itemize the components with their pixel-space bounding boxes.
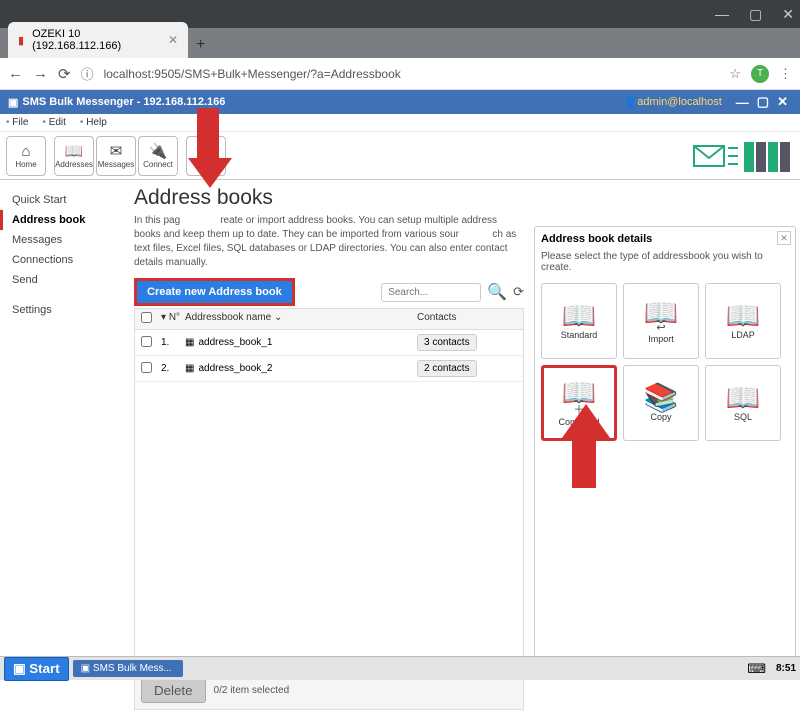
envelope-icon: ✉: [110, 142, 123, 160]
toolbar-messages-button[interactable]: ✉Messages: [96, 136, 136, 176]
tile-ldap[interactable]: 📖LDAP: [705, 283, 781, 359]
tab-favicon-icon: ▮: [18, 34, 24, 47]
user-icon: 👤: [624, 96, 638, 109]
book-icon: 📚: [644, 384, 679, 412]
app-close-icon[interactable]: ✕: [777, 94, 788, 110]
row-num: 2.: [161, 363, 185, 374]
row-num: 1.: [161, 337, 185, 348]
details-close-icon[interactable]: ✕: [777, 231, 791, 245]
annotation-arrow-up-icon: [562, 404, 606, 488]
header-illustration-icon: [692, 136, 792, 176]
window-maximize-icon[interactable]: ▢: [749, 6, 762, 23]
browser-menu-icon[interactable]: ⋮: [779, 66, 792, 82]
reload-icon[interactable]: ⟳: [58, 65, 71, 83]
row-name: address_book_2: [198, 363, 272, 374]
tile-label: Standard: [561, 330, 598, 340]
window-close-icon[interactable]: ✕: [782, 6, 794, 23]
tile-label: LDAP: [731, 330, 755, 340]
menu-help[interactable]: Help: [80, 117, 107, 128]
contacts-button[interactable]: 2 contacts: [417, 360, 477, 377]
star-icon[interactable]: ☆: [729, 66, 741, 82]
toolbar-home-button[interactable]: ⌂Home: [6, 136, 46, 176]
delete-button[interactable]: Delete: [141, 678, 206, 703]
tile-label: Copy: [650, 412, 671, 422]
table-row[interactable]: 1.▦ address_book_1 3 contacts: [135, 330, 523, 356]
home-icon: ⌂: [21, 143, 30, 160]
th-contacts[interactable]: Contacts: [417, 312, 517, 326]
row-checkbox[interactable]: [141, 336, 152, 347]
tile-label: SQL: [734, 412, 752, 422]
annotation-arrow-down-icon: [188, 108, 228, 188]
address-book-table: ▾ N° Addressbook name ⌄ Contacts 1.▦addr…: [134, 308, 524, 710]
th-num: ▾ N°: [161, 312, 185, 326]
row-checkbox[interactable]: [141, 362, 152, 373]
table-row[interactable]: 2.▦ address_book_2 2 contacts: [135, 356, 523, 382]
th-name[interactable]: Addressbook name ⌄: [185, 312, 417, 326]
sidebar: Quick Start Address book Messages Connec…: [0, 180, 124, 662]
sidebar-item-settings[interactable]: Settings: [6, 300, 118, 320]
page-title: Address books: [134, 186, 524, 210]
sidebar-item-quickstart[interactable]: Quick Start: [6, 190, 118, 210]
selection-status: 0/2 item selected: [214, 685, 290, 696]
tile-import[interactable]: 📖↩Import: [623, 283, 699, 359]
book-icon: 📖: [726, 302, 761, 330]
app-minimize-icon[interactable]: —: [736, 95, 749, 110]
row-name: address_book_1: [198, 337, 272, 348]
tile-label: Import: [648, 334, 674, 344]
taskbar-item[interactable]: ▣ SMS Bulk Mess...: [73, 660, 183, 677]
clock: 8:51: [776, 663, 796, 674]
sidebar-item-send[interactable]: Send: [6, 270, 118, 290]
select-all-checkbox[interactable]: [141, 312, 152, 323]
tab-close-icon[interactable]: ✕: [168, 33, 178, 47]
admin-label[interactable]: admin@localhost: [637, 96, 722, 108]
tab-title: OZEKI 10 (192.168.112.166): [32, 28, 160, 52]
url-field[interactable]: localhost:9505/SMS+Bulk+Messenger/?a=Add…: [104, 67, 720, 81]
create-address-book-button[interactable]: Create new Address book: [134, 278, 295, 306]
book-icon: 📖: [562, 302, 597, 330]
keyboard-icon[interactable]: ⌨: [747, 661, 766, 677]
plug-icon: 🔌: [149, 142, 168, 160]
details-subtitle: Please select the type of addressbook yo…: [541, 251, 789, 273]
book-icon: 📖: [65, 142, 84, 160]
tile-sql[interactable]: 📖SQL: [705, 365, 781, 441]
search-icon[interactable]: 🔍: [487, 282, 507, 302]
sidebar-item-messages[interactable]: Messages: [6, 230, 118, 250]
tile-standard[interactable]: 📖Standard: [541, 283, 617, 359]
tile-copy[interactable]: 📚Copy: [623, 365, 699, 441]
profile-avatar[interactable]: T: [751, 65, 769, 83]
menu-edit[interactable]: Edit: [42, 117, 66, 128]
toolbar-addresses-button[interactable]: 📖Addresses: [54, 136, 94, 176]
app-maximize-icon[interactable]: ▢: [757, 94, 769, 110]
toolbar-connect-button[interactable]: 🔌Connect: [138, 136, 178, 176]
book-icon: ▦: [185, 363, 194, 374]
page-description: In this pagXXXXXXreate or import address…: [134, 214, 524, 270]
contacts-button[interactable]: 3 contacts: [417, 334, 477, 351]
search-input[interactable]: [381, 283, 481, 302]
details-title: Address book details: [541, 233, 789, 245]
site-info-icon[interactable]: ⓘ: [81, 64, 94, 83]
menu-file[interactable]: File: [6, 117, 28, 128]
forward-icon[interactable]: →: [33, 65, 48, 82]
new-tab-button[interactable]: +: [196, 36, 205, 54]
refresh-icon[interactable]: ⟳: [513, 284, 524, 300]
sidebar-item-connections[interactable]: Connections: [6, 250, 118, 270]
sidebar-item-addressbook[interactable]: Address book: [0, 210, 118, 230]
browser-tab[interactable]: ▮ OZEKI 10 (192.168.112.166) ✕: [8, 22, 188, 58]
window-minimize-icon[interactable]: —: [715, 6, 729, 22]
book-icon: ▦: [185, 337, 194, 348]
start-button[interactable]: ▣ Start: [4, 657, 69, 681]
app-title: SMS Bulk Messenger - 192.168.112.166: [22, 96, 225, 108]
book-icon: 📖: [726, 384, 761, 412]
back-icon[interactable]: ←: [8, 65, 23, 82]
app-logo-icon: ▣: [8, 96, 18, 109]
